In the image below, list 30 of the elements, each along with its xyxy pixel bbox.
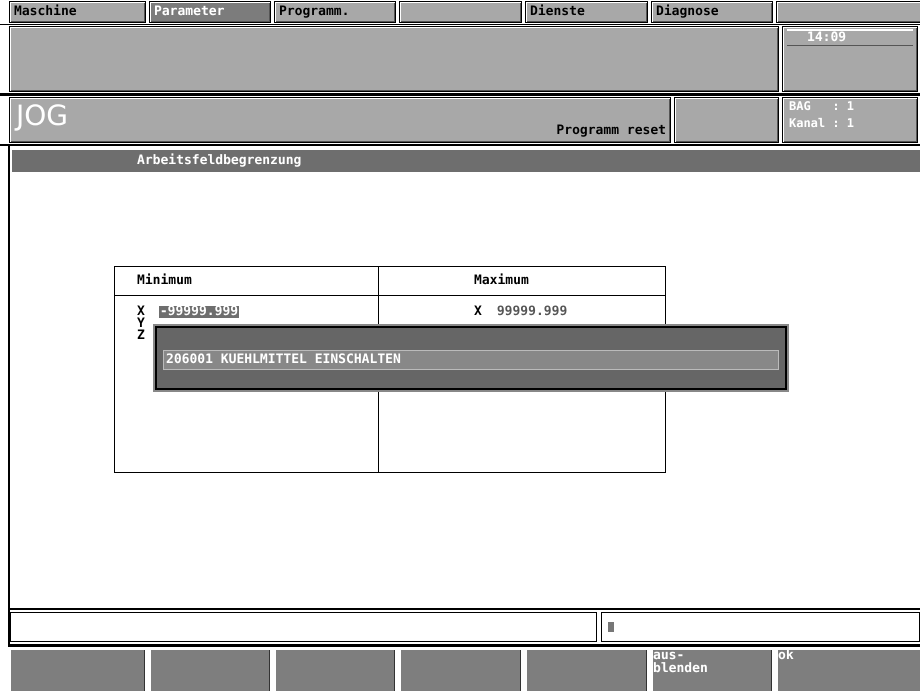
softkey[interactable] bbox=[399, 648, 521, 691]
softkey[interactable]: aus- blenden bbox=[651, 648, 772, 691]
axis-label: Y bbox=[137, 318, 145, 330]
column-heading: Minimum bbox=[115, 267, 378, 296]
softkey[interactable]: ok bbox=[776, 648, 920, 691]
menu-tab[interactable]: Dienste bbox=[525, 1, 648, 23]
menu-tab[interactable] bbox=[776, 1, 920, 23]
clock: 14:09 bbox=[787, 29, 913, 46]
bag-label: BAG : 1 bbox=[788, 98, 856, 115]
softkey[interactable] bbox=[274, 648, 395, 691]
program-state: Programm reset bbox=[556, 123, 666, 138]
column-heading: Maximum bbox=[379, 267, 665, 296]
softkey[interactable] bbox=[149, 648, 270, 691]
axis-label: X bbox=[137, 306, 145, 318]
menu-tab[interactable]: Maschine bbox=[9, 1, 146, 23]
axis-label: Z bbox=[137, 330, 145, 342]
input-field[interactable] bbox=[600, 612, 920, 642]
axis-label: X bbox=[474, 306, 482, 318]
menu-tab[interactable]: Programm. bbox=[274, 1, 396, 23]
limit-value[interactable]: 99999.999 bbox=[496, 306, 568, 318]
alarm-message: 206001 KUEHLMITTEL EINSCHALTEN bbox=[163, 350, 779, 370]
menu-tab[interactable]: Parameter bbox=[149, 1, 271, 23]
softkey[interactable] bbox=[9, 648, 145, 691]
channel-label: Kanal : 1 bbox=[788, 115, 856, 132]
panel-title: Arbeitsfeldbegrenzung bbox=[12, 150, 920, 172]
softkey[interactable] bbox=[525, 648, 647, 691]
limit-value[interactable]: -99999.999 bbox=[158, 306, 240, 318]
menu-tab[interactable]: Diagnose bbox=[651, 1, 773, 23]
mode-label: JOG bbox=[14, 98, 69, 134]
menu-tab[interactable] bbox=[399, 1, 522, 23]
